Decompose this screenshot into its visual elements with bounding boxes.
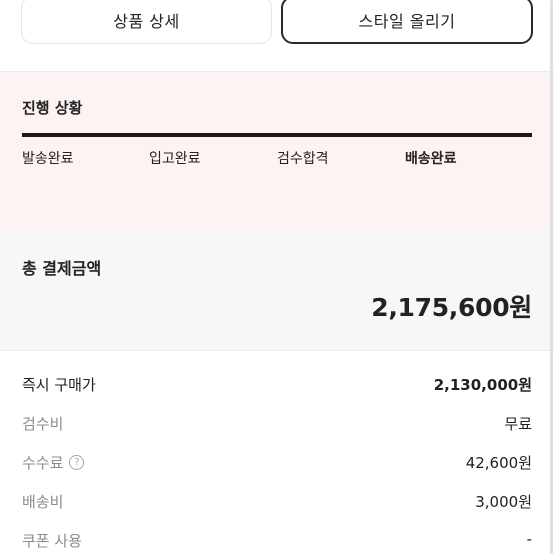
scrollbar[interactable] [550, 0, 553, 554]
row-value: - [526, 530, 532, 548]
row-label-wrapper: 수수료 ? [22, 452, 85, 473]
total-payment-section: 총 결제금액 2,175,600원 [0, 228, 554, 350]
row-label: 쿠폰 사용 [22, 532, 82, 550]
row-label: 즉시 구매가 [22, 376, 96, 394]
total-payment-label: 총 결제금액 [22, 259, 102, 278]
price-row-coupon: 쿠폰 사용 - [22, 528, 532, 556]
progress-step-shipped: 발송완료 [22, 151, 74, 167]
price-row-commission: 수수료 ? 42,600원 [22, 450, 532, 478]
row-label: 검수비 [22, 415, 64, 433]
row-value: 42,600원 [465, 454, 532, 472]
progress-bar [22, 133, 532, 137]
progress-title: 진행 상황 [22, 99, 83, 117]
divider [0, 350, 554, 351]
price-row-instant-buy: 즉시 구매가 2,130,000원 [22, 372, 532, 400]
row-value: 무료 [504, 415, 532, 433]
progress-step-delivered: 배송완료 [405, 151, 457, 167]
row-value: 3,000원 [475, 493, 532, 511]
action-button-bar: 상품 상세 스타일 올리기 [0, 0, 554, 72]
progress-step-inspection-passed: 검수합격 [277, 151, 329, 167]
row-label: 수수료 [22, 454, 64, 472]
price-row-shipping-fee: 배송비 3,000원 [22, 489, 532, 517]
post-style-button[interactable]: 스타일 올리기 [281, 0, 533, 44]
row-label: 배송비 [22, 493, 64, 511]
progress-step-received: 입고완료 [149, 151, 201, 167]
row-value: 2,130,000원 [433, 376, 532, 394]
total-payment-amount: 2,175,600원 [371, 293, 532, 322]
question-circle-icon[interactable]: ? [69, 455, 85, 470]
price-row-inspection-fee: 검수비 무료 [22, 411, 532, 439]
progress-section: 진행 상황 발송완료 입고완료 검수합격 배송완료 [0, 72, 554, 228]
product-detail-button[interactable]: 상품 상세 [21, 0, 272, 44]
